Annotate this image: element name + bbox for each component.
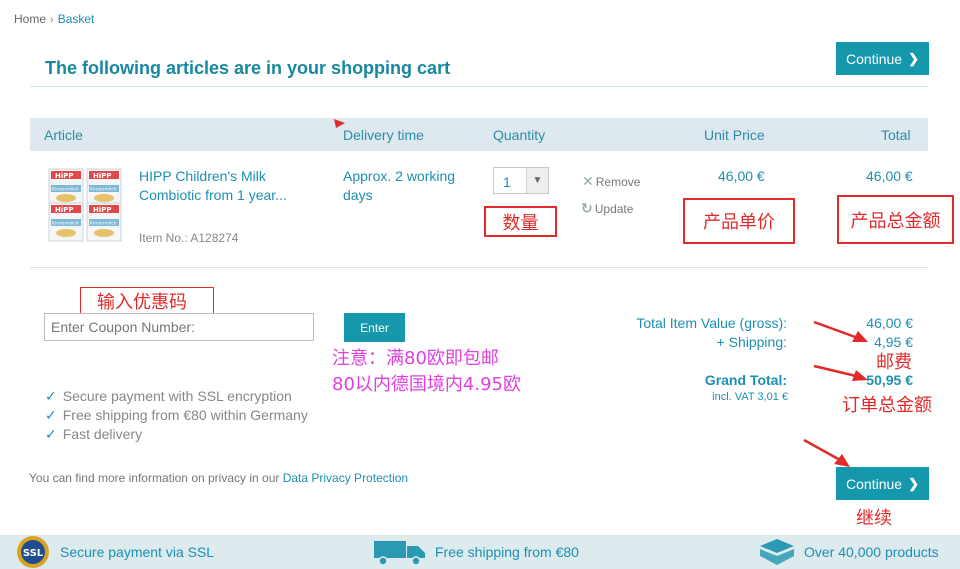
- remove-label: Remove: [595, 174, 641, 189]
- list-item: ✓ Fast delivery: [45, 426, 143, 442]
- benefits-list: ✓ Secure payment with SSL encryption ✓ Fre…: [45, 387, 308, 444]
- continue-label: Continue: [846, 50, 903, 67]
- svg-text:HiPP: HiPP: [55, 206, 74, 214]
- svg-text:Kindermilch: Kindermilch: [90, 221, 117, 227]
- chevron-right-icon: ❯: [908, 475, 919, 491]
- ssl-badge-text: SSL: [23, 548, 44, 559]
- enter-coupon-button[interactable]: Enter: [344, 313, 405, 342]
- annotation-total: 产品总金额: [837, 195, 954, 244]
- annotation-arrow-icon: [813, 320, 868, 342]
- product-total-price: 46,00 €: [866, 168, 913, 184]
- refresh-icon: ↻: [581, 200, 593, 216]
- check-icon: ✓: [45, 426, 57, 442]
- footer-shipping-text: Free shipping from €80: [435, 544, 579, 560]
- update-button[interactable]: ↻ Update: [581, 200, 633, 217]
- svg-text:Kindermilch: Kindermilch: [52, 187, 79, 193]
- coupon-input[interactable]: [44, 313, 314, 341]
- header-delivery-time: Delivery time: [343, 127, 424, 143]
- hipp-product-image[interactable]: HiPP HiPP HiPP HiPP Kindermilch Kindermi…: [47, 165, 125, 245]
- title-divider: [30, 86, 928, 87]
- footer-products: Over 40,000 products: [758, 535, 939, 569]
- svg-text:HiPP: HiPP: [93, 206, 112, 214]
- list-item: ✓ Free shipping from €80 within Germany: [45, 407, 308, 423]
- annotation-coupon: 输入优惠码: [80, 287, 214, 313]
- header-article: Article: [44, 127, 83, 143]
- annotation-marker-icon: [334, 119, 345, 128]
- privacy-link[interactable]: Data Privacy Protection: [283, 471, 408, 485]
- privacy-note: You can find more information on privacy…: [29, 471, 408, 485]
- row-divider: [30, 267, 928, 268]
- breadcrumb: Home › Basket: [14, 12, 94, 26]
- annotation-note-line-1: 注意：满80欧即包邮: [332, 348, 499, 369]
- chevron-down-icon: ▼: [526, 168, 548, 193]
- page-title: The following articles are in your shopp…: [45, 58, 451, 78]
- privacy-text: You can find more information on privacy…: [29, 471, 283, 485]
- annotation-quantity: 数量: [484, 206, 557, 237]
- quantity-value: 1: [503, 174, 511, 190]
- chevron-right-icon: ❯: [908, 50, 919, 66]
- annotation-note-line-2: 80以内德国境内4.95欧: [332, 374, 521, 395]
- cart-table-header: Article Delivery time Quantity Unit Pric…: [30, 118, 928, 151]
- svg-text:HiPP: HiPP: [93, 172, 112, 180]
- product-item-number: Item No.: A128274: [139, 231, 239, 245]
- ssl-badge-icon: SSL: [17, 536, 49, 568]
- continue-label: Continue: [846, 475, 903, 492]
- product-brand-text: HiPP: [55, 172, 74, 180]
- annotation-continue: 继续: [856, 508, 892, 529]
- grand-total-value: 50,95 €: [866, 372, 913, 388]
- breadcrumb-home[interactable]: Home: [14, 12, 46, 26]
- footer-shipping: Free shipping from €80: [373, 535, 579, 569]
- product-name-link[interactable]: HIPP Children's Milk Combiotic from 1 ye…: [139, 167, 329, 205]
- product-delivery-time: Approx. 2 working days: [343, 168, 456, 203]
- annotation-unit-price: 产品单价: [683, 198, 795, 244]
- remove-button[interactable]: ✕ Remove: [582, 173, 640, 190]
- header-total: Total: [881, 127, 911, 143]
- breadcrumb-current[interactable]: Basket: [58, 12, 95, 26]
- svg-text:Kindermilch: Kindermilch: [90, 187, 117, 193]
- check-icon: ✓: [45, 388, 57, 404]
- annotation-arrow-icon: [803, 438, 850, 467]
- footer-ssl-text: Secure payment via SSL: [60, 544, 215, 560]
- annotation-arrow-icon: [813, 364, 868, 381]
- svg-text:Kindermilch: Kindermilch: [52, 221, 79, 227]
- list-item: ✓ Secure payment with SSL encryption: [45, 388, 292, 404]
- annotation-shipping: 邮费: [876, 352, 912, 373]
- item-value-label: Total Item Value (gross):: [636, 315, 787, 331]
- continue-button-top[interactable]: Continue ❯: [836, 42, 929, 75]
- breadcrumb-separator: ›: [50, 14, 54, 26]
- vat-note: incl. VAT 3,01 €: [712, 391, 788, 403]
- header-unit-price: Unit Price: [704, 127, 765, 143]
- truck-icon: [374, 541, 425, 566]
- annotation-shipping-note: 注意：满80欧即包邮 80以内德国境内4.95欧: [332, 346, 521, 398]
- grand-total-label: Grand Total:: [704, 372, 787, 388]
- quantity-select[interactable]: 1 ▼: [493, 167, 549, 194]
- footer-products-text: Over 40,000 products: [804, 544, 939, 560]
- boxes-icon: [760, 539, 794, 565]
- update-label: Update: [594, 201, 634, 216]
- footer-ssl: SSL Secure payment via SSL: [14, 535, 214, 569]
- header-quantity: Quantity: [493, 127, 546, 143]
- check-icon: ✓: [45, 407, 57, 423]
- continue-button-bottom[interactable]: Continue ❯: [836, 467, 929, 500]
- product-unit-price: 46,00 €: [718, 168, 765, 184]
- shipping-label: + Shipping:: [716, 334, 787, 350]
- footer-trust-bar: SSL Secure payment via SSL Free shipping…: [0, 535, 960, 569]
- annotation-grand-total: 订单总金额: [842, 395, 932, 416]
- item-value: 46,00 €: [866, 315, 913, 331]
- remove-x-icon: ✕: [582, 173, 594, 189]
